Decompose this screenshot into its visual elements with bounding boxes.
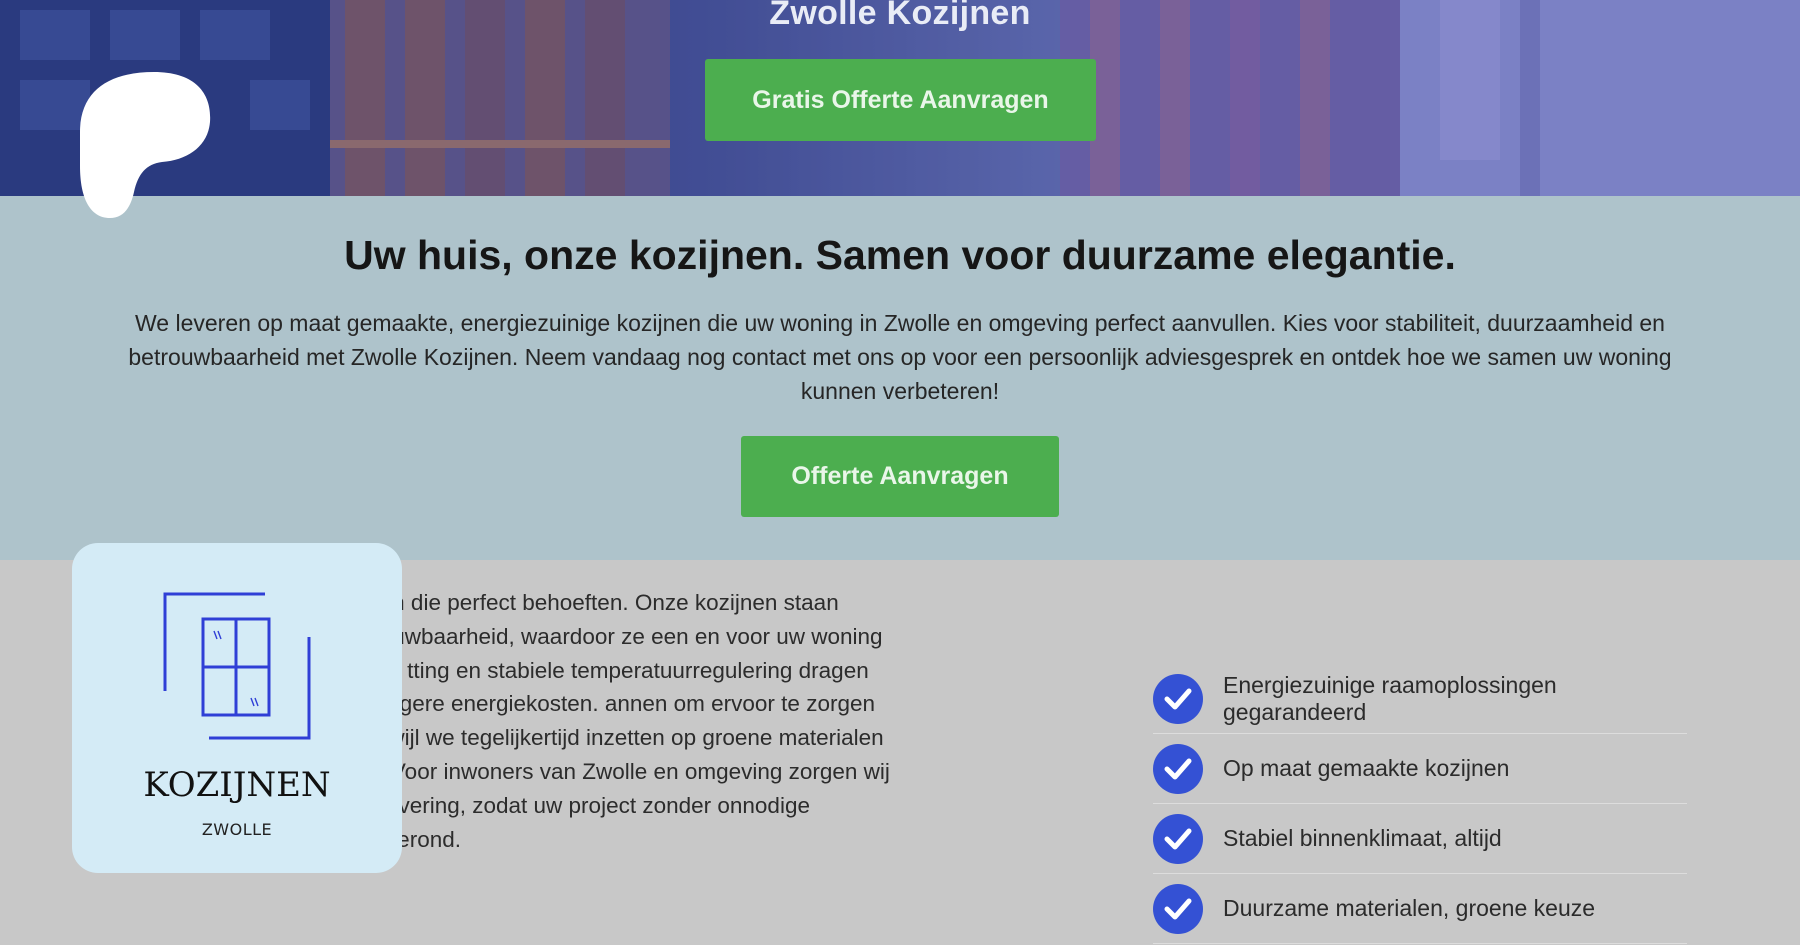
- window-logo-icon: [163, 592, 311, 740]
- quote-request-button[interactable]: Offerte Aanvragen: [741, 436, 1059, 517]
- check-circle-icon: [1153, 883, 1203, 934]
- hero-title: Zwolle Kozijnen: [769, 0, 1031, 32]
- check-circle-icon: [1153, 673, 1203, 724]
- logo-wordmark: KOZIJNEN: [143, 765, 331, 805]
- feature-label: Op maat gemaakte kozijnen: [1223, 755, 1510, 781]
- feature-list: Energiezuinige raamoplossingen gegarande…: [1153, 664, 1687, 944]
- cta-text: We leveren op maat gemaakte, energiezuin…: [128, 310, 1672, 404]
- feature-label: Energiezuinige raamoplossingen gegarande…: [1223, 671, 1557, 725]
- list-item: Op maat gemaakte kozijnen: [1153, 734, 1687, 804]
- decorative-blob-icon: [80, 72, 211, 218]
- logo-card[interactable]: KOZIJNEN ZWOLLE: [72, 543, 402, 873]
- free-quote-button[interactable]: Gratis Offerte Aanvragen: [705, 59, 1096, 141]
- cta-heading: Uw huis, onze kozijnen. Samen voor duurz…: [344, 232, 1456, 278]
- list-item: Energiezuinige raamoplossingen gegarande…: [1153, 664, 1687, 734]
- check-circle-icon: [1153, 813, 1203, 864]
- list-item: Stabiel binnenklimaat, altijd: [1153, 804, 1687, 874]
- feature-label: Stabiel binnenklimaat, altijd: [1223, 825, 1502, 851]
- logo-subtitle: ZWOLLE: [201, 820, 273, 839]
- feature-label: Duurzame materialen, groene keuze: [1223, 895, 1596, 921]
- list-item: Duurzame materialen, groene keuze: [1153, 874, 1687, 944]
- hero-banner: Zwolle Kozijnen Gratis Offerte Aanvragen: [0, 0, 1800, 196]
- check-circle-icon: [1153, 743, 1203, 794]
